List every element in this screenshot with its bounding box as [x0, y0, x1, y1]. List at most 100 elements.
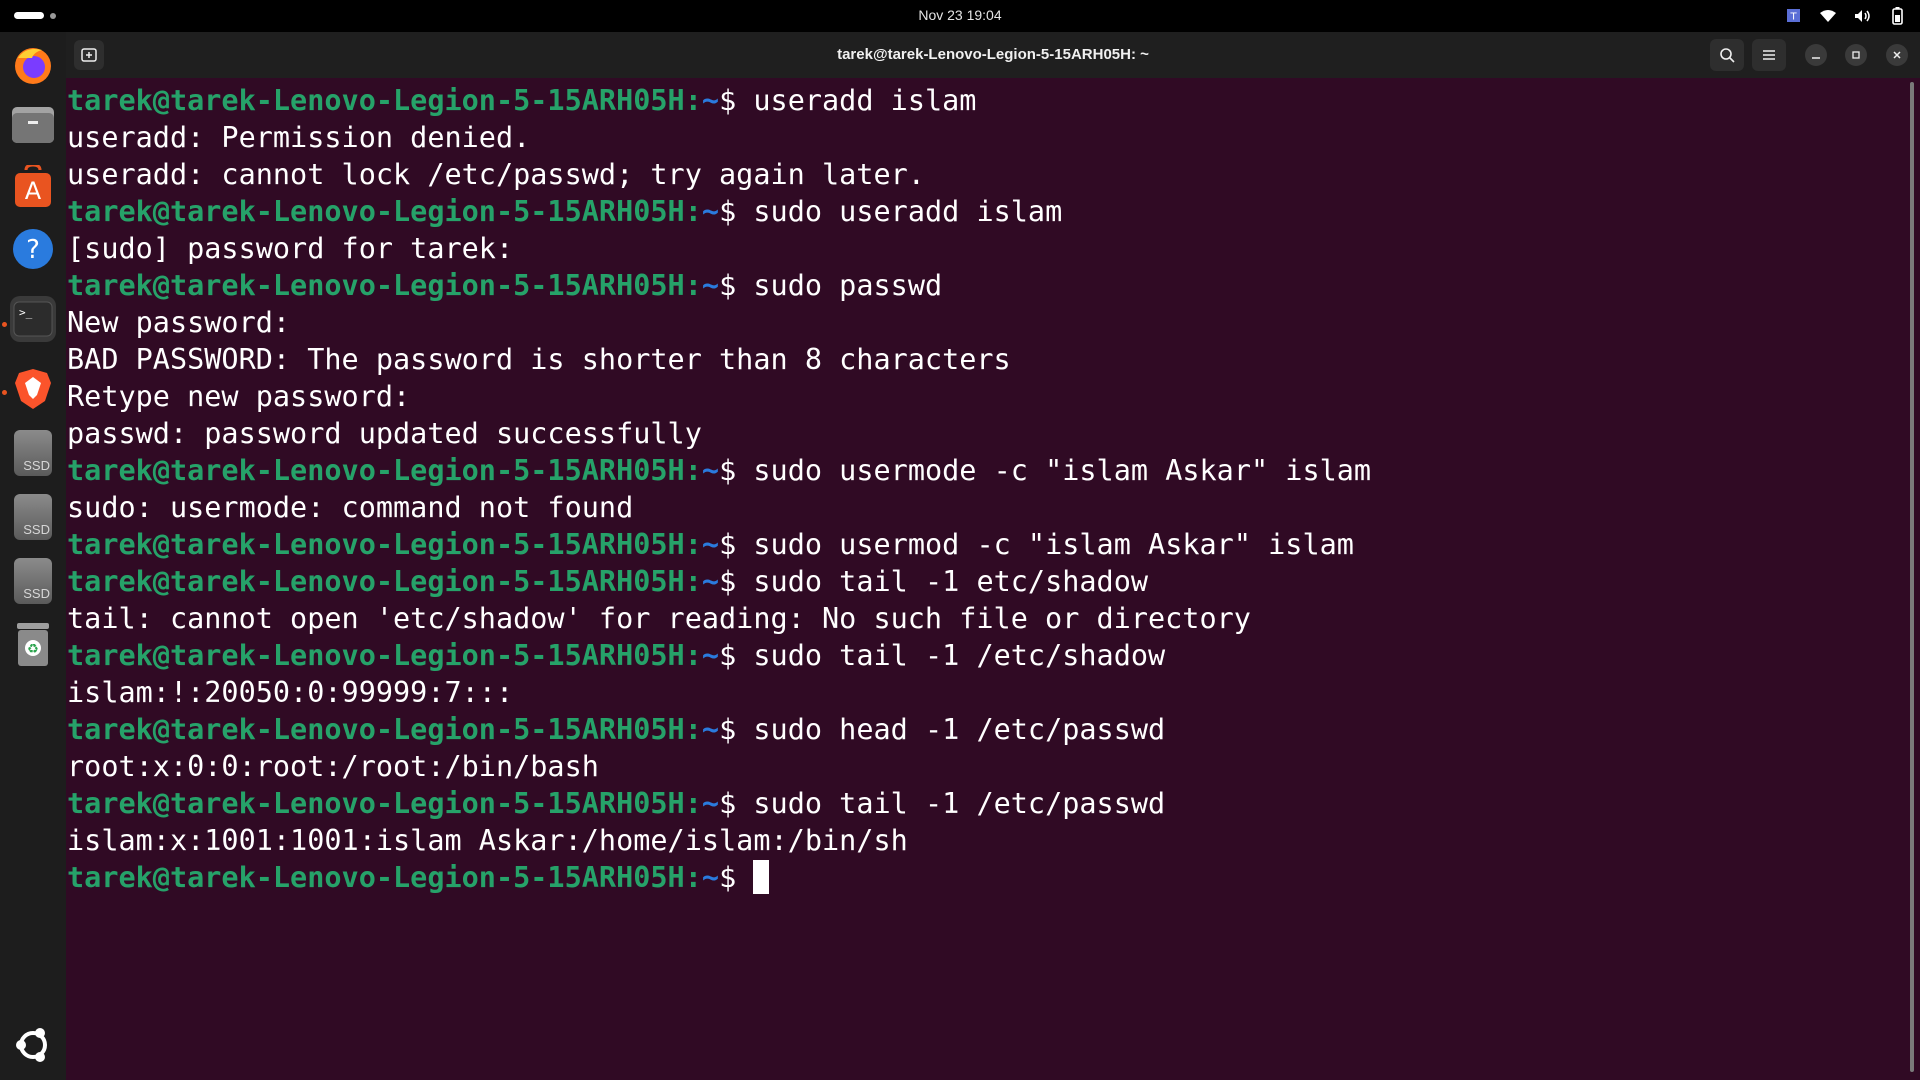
hamburger-menu-icon	[1763, 50, 1775, 60]
prompt-separator: :	[684, 861, 702, 894]
ubuntu-logo-icon	[16, 1028, 47, 1062]
command-line: tarek@tarek-Lenovo-Legion-5-15ARH05H:~$ …	[67, 193, 1062, 230]
prompt-path: ~	[701, 269, 720, 302]
prompt-sign: $	[719, 528, 754, 561]
show-apps-button[interactable]	[10, 1022, 56, 1068]
prompt-separator: :	[684, 195, 702, 228]
ssd-drive-2[interactable]: SSD	[10, 494, 56, 540]
prompt-path: ~	[701, 713, 720, 746]
prompt-user: tarek@tarek-Lenovo-Legion-5-15ARH05H	[67, 861, 685, 894]
running-indicator	[2, 390, 7, 395]
prompt-path: ~	[701, 639, 720, 672]
prompt-separator: :	[684, 713, 702, 746]
close-button[interactable]	[1886, 44, 1908, 66]
command-text: useradd islam	[753, 84, 977, 117]
command-line: tarek@tarek-Lenovo-Legion-5-15ARH05H:~$ …	[67, 637, 1165, 674]
files-launcher[interactable]	[10, 102, 56, 148]
trash-launcher[interactable]: ♻	[10, 622, 56, 668]
command-line: tarek@tarek-Lenovo-Legion-5-15ARH05H:~$ …	[67, 563, 1148, 600]
prompt-path: ~	[701, 528, 720, 561]
system-tray[interactable]: T	[1784, 6, 1906, 26]
command-text: sudo tail -1 /etc/shadow	[753, 639, 1166, 672]
command-line: tarek@tarek-Lenovo-Legion-5-15ARH05H:~$	[67, 859, 770, 896]
prompt-user: tarek@tarek-Lenovo-Legion-5-15ARH05H	[67, 528, 685, 561]
command-line: tarek@tarek-Lenovo-Legion-5-15ARH05H:~$ …	[67, 785, 1165, 822]
terminal-icon: >_	[13, 301, 53, 337]
drive-icon: SSD	[14, 558, 52, 604]
prompt-user: tarek@tarek-Lenovo-Legion-5-15ARH05H	[67, 195, 685, 228]
output-line: sudo: usermode: command not found	[67, 491, 634, 524]
prompt-sign: $	[719, 565, 754, 598]
app-center-launcher[interactable]: A	[10, 164, 56, 210]
prompt-sign: $	[719, 639, 754, 672]
prompt-separator: :	[684, 787, 702, 820]
prompt-separator: :	[684, 269, 702, 302]
command-text: sudo tail -1 etc/shadow	[753, 565, 1149, 598]
trash-icon: ♻	[17, 623, 49, 666]
prompt-path: ~	[701, 195, 720, 228]
command-text: sudo useradd islam	[753, 195, 1063, 228]
prompt-sign: $	[719, 787, 754, 820]
prompt-path: ~	[701, 565, 720, 598]
command-text: sudo head -1 /etc/passwd	[753, 713, 1166, 746]
drive-icon: SSD	[14, 494, 52, 540]
window-title: tarek@tarek-Lenovo-Legion-5-15ARH05H: ~	[837, 46, 1149, 63]
prompt-sign: $	[719, 861, 754, 894]
command-line: tarek@tarek-Lenovo-Legion-5-15ARH05H:~$ …	[67, 267, 942, 304]
drive-icon: SSD	[14, 430, 52, 476]
prompt-sign: $	[719, 454, 754, 487]
help-launcher[interactable]: ?	[10, 226, 56, 272]
svg-text:?: ?	[26, 235, 40, 265]
svg-text:>_: >_	[19, 306, 33, 319]
terminal-launcher[interactable]: >_	[10, 296, 56, 342]
command-line: tarek@tarek-Lenovo-Legion-5-15ARH05H:~$ …	[67, 711, 1165, 748]
firefox-icon	[15, 48, 51, 84]
svg-text:♻: ♻	[27, 642, 39, 657]
prompt-separator: :	[684, 565, 702, 598]
output-line: tail: cannot open 'etc/shadow' for readi…	[67, 602, 1251, 635]
output-line: passwd: password updated successfully	[67, 417, 702, 450]
text-cursor	[753, 860, 770, 894]
input-method-icon[interactable]: T	[1784, 6, 1804, 26]
menu-button[interactable]	[1752, 39, 1786, 71]
command-text: sudo usermode -c "islam Askar" islam	[753, 454, 1372, 487]
top-bar: Nov 23 19:04 T	[0, 0, 1920, 32]
prompt-sign: $	[719, 269, 754, 302]
restore-button[interactable]	[1845, 44, 1867, 66]
brave-icon	[15, 369, 51, 409]
prompt-user: tarek@tarek-Lenovo-Legion-5-15ARH05H	[67, 713, 685, 746]
output-line: Retype new password:	[67, 380, 411, 413]
ssd-drive-1[interactable]: SSD	[10, 430, 56, 476]
folder-icon	[12, 107, 54, 143]
prompt-user: tarek@tarek-Lenovo-Legion-5-15ARH05H	[67, 787, 685, 820]
wifi-icon[interactable]	[1818, 6, 1838, 26]
minimize-button[interactable]	[1805, 44, 1827, 66]
terminal-view[interactable]: tarek@tarek-Lenovo-Legion-5-15ARH05H:~$ …	[66, 78, 1920, 1080]
ssd-drive-3[interactable]: SSD	[10, 558, 56, 604]
output-line: New password:	[67, 306, 291, 339]
search-button[interactable]	[1710, 39, 1744, 71]
prompt-path: ~	[701, 861, 720, 894]
running-indicator	[2, 322, 7, 327]
output-line: [sudo] password for tarek:	[67, 232, 514, 265]
prompt-sign: $	[719, 84, 754, 117]
prompt-separator: :	[684, 639, 702, 672]
scrollbar[interactable]	[1910, 82, 1914, 1072]
prompt-separator: :	[684, 84, 702, 117]
help-icon: ?	[13, 229, 53, 269]
output-line: BAD PASSWORD: The password is shorter th…	[67, 343, 1011, 376]
command-text: sudo usermod -c "islam Askar" islam	[753, 528, 1354, 561]
output-line: useradd: cannot lock /etc/passwd; try ag…	[67, 158, 925, 191]
prompt-path: ~	[701, 787, 720, 820]
prompt-user: tarek@tarek-Lenovo-Legion-5-15ARH05H	[67, 454, 685, 487]
command-text: sudo passwd	[753, 269, 943, 302]
restore-icon	[1852, 51, 1860, 59]
battery-icon[interactable]	[1886, 6, 1906, 26]
clock[interactable]: Nov 23 19:04	[0, 7, 1920, 23]
brave-launcher[interactable]	[10, 366, 56, 412]
firefox-launcher[interactable]	[10, 42, 56, 88]
volume-icon[interactable]	[1852, 6, 1872, 26]
app-center-icon: A	[15, 165, 51, 207]
terminal-headerbar: tarek@tarek-Lenovo-Legion-5-15ARH05H: ~	[66, 32, 1920, 78]
output-line: islam:x:1001:1001:islam Askar:/home/isla…	[67, 824, 908, 857]
